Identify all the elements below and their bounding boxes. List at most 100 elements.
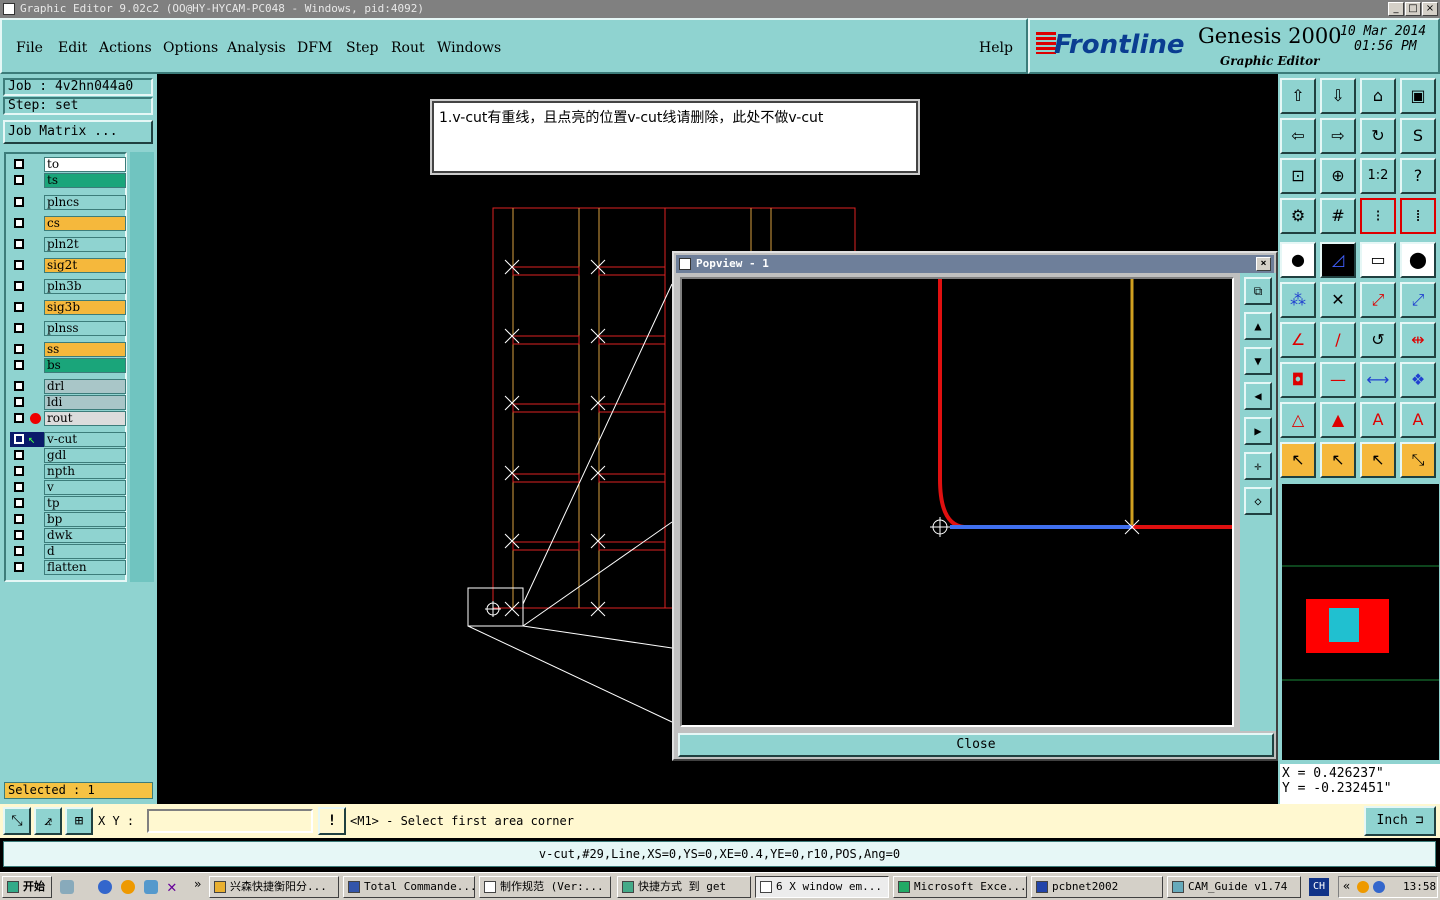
tool-left-icon[interactable]: ⇦ [1280,118,1316,154]
menu-options[interactable]: Options [163,40,218,56]
layer-name[interactable]: ss [44,342,126,357]
layer-name[interactable]: pln2t [44,237,126,252]
popview-btn-4[interactable]: ◀ [1244,382,1272,410]
layer-name[interactable]: flatten [44,560,126,575]
layer-checkbox[interactable] [14,498,24,508]
layer-name[interactable]: bs [44,358,126,373]
layer-row-ts[interactable]: ts [10,173,126,188]
tool-triangle4-icon[interactable]: A [1400,402,1436,438]
tool-pointer3-icon[interactable]: ↖ [1360,442,1396,478]
layer-row-to[interactable]: to [10,157,126,172]
popview-btn-6[interactable]: ✛ [1244,452,1272,480]
layer-row-gdl[interactable]: gdl [10,448,126,463]
layer-checkbox[interactable] [14,546,24,556]
layer-row-bs[interactable]: bs [10,358,126,373]
menu-windows[interactable]: Windows [437,40,501,56]
minimize-button[interactable]: _ [1388,2,1404,16]
tool-pad-add-icon[interactable]: ◘ [1280,362,1316,398]
tool-net2-icon[interactable]: ⁞ [1400,198,1436,234]
layer-row-drl[interactable]: drl [10,379,126,394]
tool-triangle2-icon[interactable]: ▲ [1320,402,1356,438]
tool-pointer2-icon[interactable]: ↖ [1320,442,1356,478]
layer-scrollbar[interactable] [130,152,154,582]
tool-home-up-icon[interactable]: ⇧ [1280,78,1316,114]
layer-name[interactable]: npth [44,464,126,479]
popview-btn-1[interactable]: ⧉ [1244,277,1272,305]
popview-btn-7[interactable]: ◇ [1244,487,1272,515]
tool-window-icon[interactable]: ▣ [1400,78,1436,114]
layer-row-tp[interactable]: tp [10,496,126,511]
tool-measure-icon[interactable]: ⟷ [1360,362,1396,398]
layer-name[interactable]: sig2t [44,258,126,273]
layer-checkbox[interactable] [14,482,24,492]
menu-file[interactable]: File [16,40,43,56]
layer-checkbox[interactable] [14,281,24,291]
layer-checkbox[interactable] [14,159,24,169]
layer-name[interactable]: bp [44,512,126,527]
tool-triangle3-icon[interactable]: A [1360,402,1396,438]
layer-name[interactable]: sig3b [44,300,126,315]
tool-triangle1-icon[interactable]: △ [1280,402,1316,438]
tool-shapes-icon[interactable]: ❖ [1400,362,1436,398]
layer-checkbox[interactable] [14,397,24,407]
layer-name[interactable]: ts [44,173,126,188]
popview-close-button[interactable]: Close [678,733,1274,757]
tray-expand-icon[interactable]: « [1343,879,1350,893]
layer-row-cs[interactable]: cs [10,216,126,231]
layer-checkbox[interactable] [14,381,24,391]
layer-name[interactable]: plncs [44,195,126,210]
layer-row-d[interactable]: d [10,544,126,559]
task-3[interactable]: 制作规范 (Ver:... [479,876,611,898]
tool-net-icon[interactable]: ⁝ [1360,198,1396,234]
tool-connect-icon[interactable]: ⤢ [1360,282,1396,318]
tool-pad-icon[interactable]: ⬤ [1400,242,1436,278]
units-button[interactable]: Inch ⊐ [1364,806,1436,836]
layer-checkbox[interactable] [14,466,24,476]
menu-edit[interactable]: Edit [58,40,87,56]
tool-pointer-icon[interactable]: ↖ [1280,442,1316,478]
tool-down-icon[interactable]: ⇩ [1320,78,1356,114]
xy-input[interactable] [147,809,313,833]
tool-grid-icon[interactable]: # [1320,198,1356,234]
tool-angle-icon[interactable]: ∠ [1280,322,1316,358]
layer-checkbox[interactable] [14,450,24,460]
layer-name[interactable]: v-cut [44,432,126,447]
tool-center-icon[interactable]: ⊕ [1320,158,1356,194]
popview-btn-3[interactable]: ▼ [1244,347,1272,375]
layer-row-bp[interactable]: bp [10,512,126,527]
tool-redo-icon[interactable]: ↻ [1360,118,1396,154]
layer-name[interactable]: drl [44,379,126,394]
layer-name[interactable]: v [44,480,126,495]
popview-canvas[interactable] [680,277,1234,727]
language-indicator[interactable]: CH [1309,878,1329,896]
layer-checkbox[interactable] [14,360,24,370]
layer-name[interactable]: to [44,157,126,172]
layer-checkbox[interactable] [14,260,24,270]
popview-close-icon[interactable]: × [1256,257,1271,271]
layer-row-npth[interactable]: npth [10,464,126,479]
tool-scale-icon[interactable]: 1:2 [1360,158,1396,194]
layer-checkbox[interactable] [14,197,24,207]
quicklaunch-icon-1[interactable] [60,880,74,894]
popview-btn-5[interactable]: ▶ [1244,417,1272,445]
menu-actions[interactable]: Actions [99,40,152,56]
layer-row-dwk[interactable]: dwk [10,528,126,543]
layer-checkbox[interactable] [14,514,24,524]
zoom-area-icon[interactable]: ⤡ [3,807,31,835]
task-7[interactable]: pcbnet2002 [1031,876,1163,898]
layer-row-v-cut[interactable]: v-cut ↖ [10,432,126,447]
tool-path-icon[interactable]: ⤡ [1400,442,1436,478]
quicklaunch-icon-3[interactable] [121,880,135,894]
layer-checkbox[interactable] [14,302,24,312]
layer-row-plncs[interactable]: plncs [10,195,126,210]
layer-row-ss[interactable]: ss [10,342,126,357]
task-1[interactable]: 兴森快捷衡阳分... [209,876,339,898]
layer-name[interactable]: d [44,544,126,559]
tool-connect2-icon[interactable]: ⤢ [1400,282,1436,318]
tool-nodes-icon[interactable]: ⁂ [1280,282,1316,318]
tray-icon-1[interactable] [1357,881,1369,893]
task-6[interactable]: Microsoft Exce... [893,876,1027,898]
tool-slash-icon[interactable]: / [1320,322,1356,358]
task-2[interactable]: Total Commande... [343,876,475,898]
maximize-button[interactable]: □ [1405,2,1421,16]
